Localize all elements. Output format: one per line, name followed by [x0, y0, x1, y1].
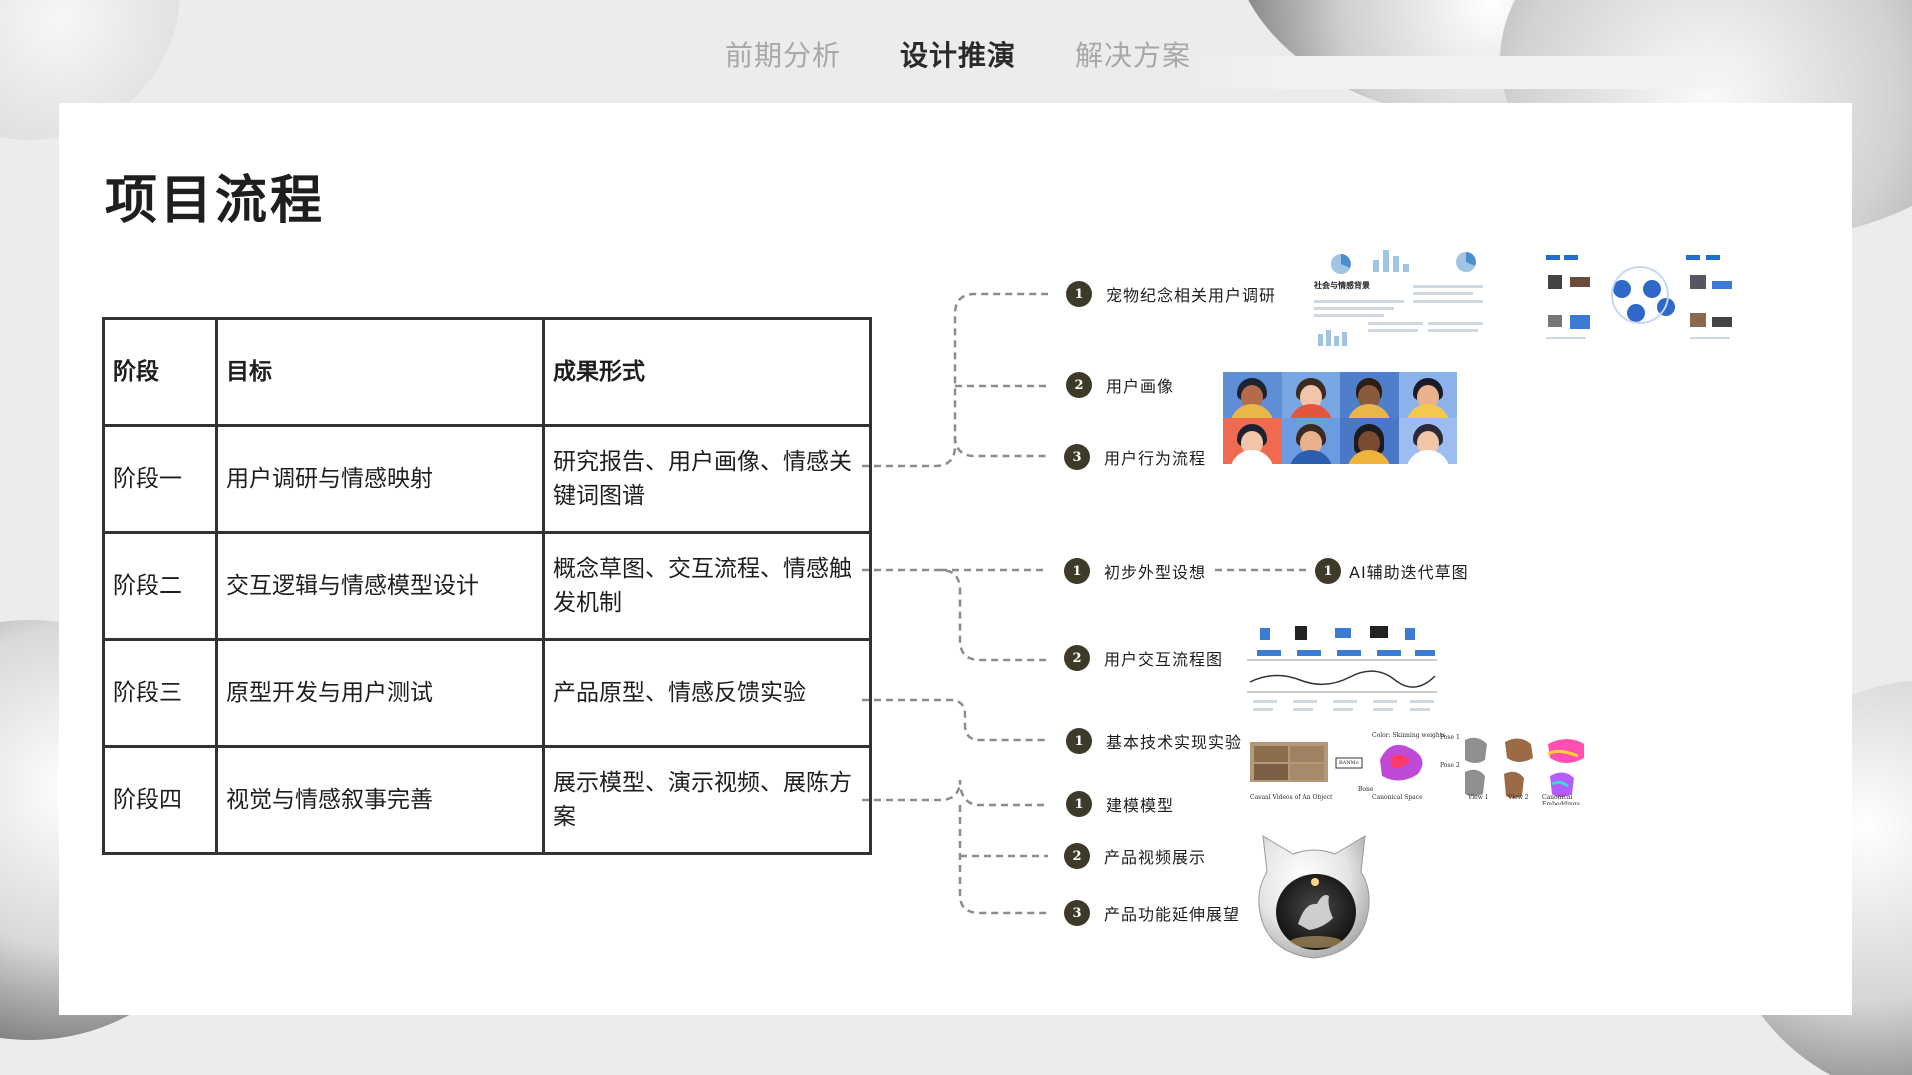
branch-label: 建模模型	[1106, 796, 1175, 815]
tech-label: Pose 1	[1440, 734, 1460, 741]
research-report-image	[1314, 250, 1483, 346]
avatar	[1398, 418, 1457, 464]
tech-caption: Canonical Embeddings	[1542, 794, 1580, 805]
step-number-badge: 3	[1064, 900, 1090, 926]
connector-line	[953, 435, 1048, 458]
avatar	[1340, 418, 1399, 464]
step-number-badge: 1	[1315, 558, 1341, 584]
step-number-badge: 2	[1064, 843, 1090, 869]
branch-label: 宠物纪念相关用户调研	[1106, 286, 1277, 305]
step-number-badge: 2	[1066, 372, 1092, 398]
tech-caption: Casual Videos of An Object	[1250, 794, 1333, 801]
tech-experiment-thumbnail: Color: Skinning weights Pose 1 Pose 2 BA…	[1250, 730, 1600, 805]
branch-node: 2 用户画像	[1066, 372, 1174, 398]
tech-label: Pose 2	[1440, 762, 1460, 769]
branch-node: 1 基本技术实现实验	[1066, 728, 1242, 754]
step-number-badge: 2	[1064, 645, 1090, 671]
step-number-badge: 1	[1066, 791, 1092, 817]
branch-label: 用户行为流程	[1104, 449, 1207, 468]
branch-node: 1 初步外型设想	[1064, 558, 1206, 584]
tech-caption: Canonical Space	[1372, 794, 1423, 801]
tech-label: Color: Skinning weights	[1372, 732, 1446, 739]
avatar	[1223, 372, 1282, 418]
branch-label: AI辅助迭代草图	[1349, 563, 1469, 582]
step-number-badge: 1	[1064, 558, 1090, 584]
step-number-badge: 3	[1064, 444, 1090, 470]
user-persona-avatars	[1223, 372, 1457, 464]
research-doc-heading: 社会与情感背景	[1314, 281, 1370, 290]
interaction-flow-thumbnail	[1245, 622, 1440, 717]
step-number-badge: 1	[1066, 281, 1092, 307]
branch-label: 用户交互流程图	[1104, 650, 1224, 669]
research-report-image	[1546, 255, 1732, 339]
branch-node: 3 用户行为流程	[1064, 444, 1206, 470]
research-report-thumbnail: 社会与情感背景	[1308, 240, 1493, 350]
research-report-thumbnail	[1540, 245, 1740, 350]
avatar	[1281, 418, 1340, 464]
avatar	[1340, 372, 1399, 418]
branch-node: 1 AI辅助迭代草图	[1315, 558, 1469, 584]
branch-node: 1 宠物纪念相关用户调研	[1066, 281, 1276, 307]
avatar	[1398, 372, 1457, 418]
connector-line	[862, 698, 1048, 742]
branch-node: 2 产品视频展示	[1064, 843, 1206, 869]
product-render-image	[1253, 832, 1375, 964]
cat-lamp-icon	[1258, 835, 1370, 959]
branch-node: 1 建模模型	[1066, 791, 1174, 817]
branch-node: 3 产品功能延伸展望	[1064, 900, 1240, 926]
branch-label: 用户画像	[1106, 377, 1175, 396]
branch-label: 初步外型设想	[1104, 563, 1207, 582]
connector-lines	[862, 292, 1308, 915]
branch-node: 2 用户交互流程图	[1064, 645, 1223, 671]
branch-label: 产品功能延伸展望	[1104, 905, 1241, 924]
connector-line	[862, 568, 1048, 662]
tech-label: BANMo	[1339, 760, 1359, 766]
tech-label: Bone	[1358, 786, 1374, 793]
tech-caption: View 2	[1508, 794, 1529, 801]
tech-caption: View 1	[1468, 794, 1489, 801]
connector-line	[958, 805, 1048, 915]
avatar	[1281, 372, 1340, 418]
branch-label: 产品视频展示	[1104, 848, 1207, 867]
branch-label: 基本技术实现实验	[1106, 733, 1243, 752]
step-number-badge: 1	[1066, 728, 1092, 754]
avatar	[1223, 418, 1282, 464]
connector-line	[862, 779, 1048, 807]
interaction-flow-image	[1247, 626, 1437, 711]
